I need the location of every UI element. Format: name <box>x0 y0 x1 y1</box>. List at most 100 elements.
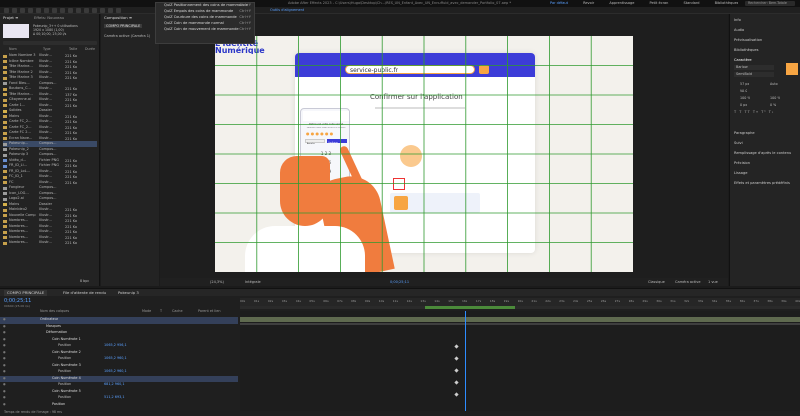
eraser-tool-icon[interactable] <box>100 8 105 13</box>
home-icon[interactable] <box>4 8 9 13</box>
font-style-dropdown[interactable]: SemiBold <box>734 72 774 77</box>
right-section[interactable]: Audio <box>734 28 744 32</box>
right-section[interactable]: Suivi <box>734 141 743 145</box>
views-dropdown[interactable]: 1 vue <box>708 280 718 284</box>
tracking-value[interactable]: VA 0 <box>740 89 747 93</box>
workspace-default[interactable]: Par défaut <box>550 1 568 5</box>
font-family-dropdown[interactable]: Barlow <box>734 65 774 70</box>
work-area-range[interactable] <box>425 306 515 309</box>
layer-name[interactable]: Déformation <box>46 330 67 334</box>
rotate-tool-icon[interactable] <box>36 8 41 13</box>
vertical-scale-value[interactable]: 100 % <box>740 96 750 100</box>
column-size[interactable]: Taille <box>69 47 77 51</box>
right-section[interactable]: Bibliothèques <box>734 48 758 52</box>
layer-name[interactable]: Coin Numérote 1 <box>52 337 81 341</box>
tab-compo-principale[interactable]: COMPO PRINCIPALE <box>4 290 48 296</box>
keyframe[interactable] <box>454 344 459 349</box>
layer-name[interactable]: Coin Numérote 4 <box>52 376 81 380</box>
layer-name[interactable]: Position <box>58 382 71 386</box>
workspace-standard[interactable]: Standard <box>684 1 700 5</box>
right-section[interactable]: Effets et paramètres prédéfinis <box>734 181 800 185</box>
layer-name[interactable]: Ordinateur <box>40 317 58 321</box>
font-size-value[interactable]: 57 px <box>740 82 749 86</box>
visibility-icon[interactable]: ● <box>3 363 6 367</box>
right-section[interactable]: Info <box>734 18 741 22</box>
visibility-icon[interactable]: ● <box>3 369 6 373</box>
pan-behind-tool-icon[interactable] <box>52 8 57 13</box>
column-name[interactable]: Nom <box>9 47 17 51</box>
pen-tool-icon[interactable] <box>68 8 73 13</box>
tab-pokeunip-3[interactable]: Pokeunip 3 <box>115 290 142 296</box>
roto-tool-icon[interactable] <box>108 8 113 13</box>
layer-name[interactable]: Coin Numérote 3 <box>52 363 81 367</box>
bit-depth[interactable]: 8 bpc <box>80 279 89 283</box>
viewer-timecode[interactable]: 0;00;25;11 <box>390 280 409 284</box>
col-matte[interactable]: Cache <box>172 309 183 313</box>
visibility-icon[interactable]: ● <box>3 330 6 334</box>
layer-value[interactable]: 681,2 960,1 <box>104 382 125 386</box>
resolution-dropdown[interactable]: Intégrale <box>245 280 261 284</box>
column-type[interactable]: Type <box>43 47 51 51</box>
layer-bar[interactable] <box>240 323 800 325</box>
text-tool-icon[interactable] <box>76 8 81 13</box>
keyframe[interactable] <box>454 368 459 373</box>
workspace-small[interactable]: Petit écran <box>650 1 669 5</box>
layer-name[interactable]: Position <box>58 343 71 347</box>
camera-dropdown[interactable]: Caméra active <box>675 280 701 284</box>
brush-tool-icon[interactable] <box>84 8 89 13</box>
right-section[interactable]: Lissage <box>734 171 747 175</box>
visibility-icon[interactable]: ● <box>3 343 6 347</box>
visibility-icon[interactable]: ● <box>3 376 6 380</box>
camera-tool-icon[interactable] <box>44 8 49 13</box>
workspace-libraries[interactable]: Bibliothèques <box>715 1 739 5</box>
visibility-icon[interactable]: ● <box>3 402 6 406</box>
track-area[interactable] <box>240 311 800 411</box>
composition-canvas[interactable]: L'Identité Numérique service-public.fr C… <box>215 36 633 272</box>
snap-label[interactable]: Outils d'alignement <box>270 8 304 12</box>
text-style-buttons[interactable]: T T TT Tт T¹ T₁ <box>734 110 798 115</box>
baseline-value[interactable]: 0 px <box>740 103 747 107</box>
visibility-icon[interactable]: ● <box>3 389 6 393</box>
visibility-icon[interactable]: ● <box>3 350 6 354</box>
visibility-icon[interactable]: ● <box>3 337 6 341</box>
project-search-input[interactable] <box>3 41 97 45</box>
layer-name[interactable]: Position <box>58 395 71 399</box>
col-parent[interactable]: Parent et lien <box>198 309 221 313</box>
layer-value[interactable]: 1065,2 956,1 <box>104 343 127 347</box>
search-box[interactable]: Rechercher: Bem-Totale <box>745 1 795 6</box>
visibility-icon[interactable]: ● <box>3 382 6 386</box>
current-time-indicator[interactable] <box>465 311 466 411</box>
visibility-icon[interactable]: ● <box>3 395 6 399</box>
time-ruler[interactable]: 00s 01s 02s 03s 04s 05s 06s 07s 08s 09s 10s 11s 12s 1… <box>240 298 800 306</box>
horizontal-scale-value[interactable]: 100 % <box>770 96 780 100</box>
shape-tool-icon[interactable] <box>60 8 65 13</box>
visibility-icon[interactable]: ● <box>3 356 6 360</box>
right-section[interactable]: Remplissage d'après le contenu <box>734 151 800 155</box>
layer-value[interactable]: 511,2 693,1 <box>104 395 125 399</box>
keyframe[interactable] <box>454 356 459 361</box>
keyframe[interactable] <box>454 380 459 385</box>
layer-value[interactable]: 1065,2 960,1 <box>104 369 127 373</box>
hand-tool-icon[interactable] <box>20 8 25 13</box>
workspace-review[interactable]: Revoir <box>583 1 594 5</box>
selection-tool-icon[interactable] <box>12 8 17 13</box>
layer-name[interactable]: Coin Numérote 5 <box>52 389 81 393</box>
right-section[interactable]: Paragraphe <box>734 131 755 135</box>
workspace-learn[interactable]: Apprentissage <box>609 1 634 5</box>
layer-name[interactable]: Position <box>52 402 65 406</box>
tsume-value[interactable]: 0 % <box>770 103 776 107</box>
layer-name[interactable]: Masques <box>46 324 61 328</box>
comp-name-tab[interactable]: COMPO PRINCIPALE <box>104 24 143 28</box>
right-section[interactable]: Caractère <box>734 58 752 62</box>
layer-value[interactable]: 1065,2 960,1 <box>104 356 127 360</box>
zoom-dropdown[interactable]: (24,3%) <box>210 280 224 284</box>
visibility-icon[interactable]: ● <box>3 324 6 328</box>
project-tab[interactable]: Projet ≡ <box>3 15 18 20</box>
effects-tab[interactable]: Effets: Nouveau <box>34 15 64 20</box>
visibility-icon[interactable]: ● <box>3 317 6 321</box>
layer-name[interactable]: Coin Numérote 2 <box>52 350 81 354</box>
right-section[interactable]: Prévisualisation <box>734 38 762 42</box>
tab-render-queue[interactable]: File d'attente de rendu <box>60 290 109 296</box>
keyframe[interactable] <box>454 392 459 397</box>
fill-color-swatch[interactable] <box>786 63 798 75</box>
